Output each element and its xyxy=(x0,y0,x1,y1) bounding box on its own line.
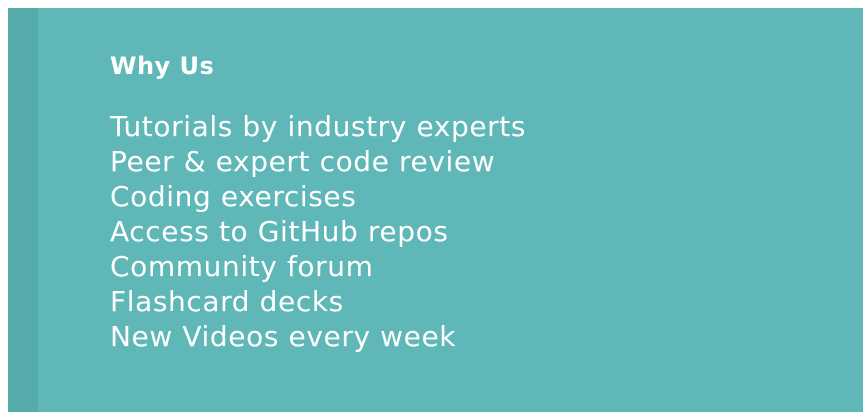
panel-accent-bar xyxy=(8,8,38,412)
feature-item-tutorials: Tutorials by industry experts xyxy=(110,109,527,143)
why-us-heading: Why Us xyxy=(110,52,215,80)
feature-item-flashcard-decks: Flashcard decks xyxy=(110,284,344,318)
feature-item-github-repos: Access to GitHub repos xyxy=(110,214,449,248)
why-us-content: Why Us Tutorials by industry experts Pee… xyxy=(110,52,526,354)
why-us-panel: Why Us Tutorials by industry experts Pee… xyxy=(8,8,863,412)
feature-item-code-review: Peer & expert code review xyxy=(110,144,496,178)
feature-item-community-forum: Community forum xyxy=(110,249,374,283)
feature-item-coding-exercises: Coding exercises xyxy=(110,179,357,213)
feature-list: Tutorials by industry experts Peer & exp… xyxy=(110,109,526,354)
feature-item-new-videos: New Videos every week xyxy=(110,319,457,353)
